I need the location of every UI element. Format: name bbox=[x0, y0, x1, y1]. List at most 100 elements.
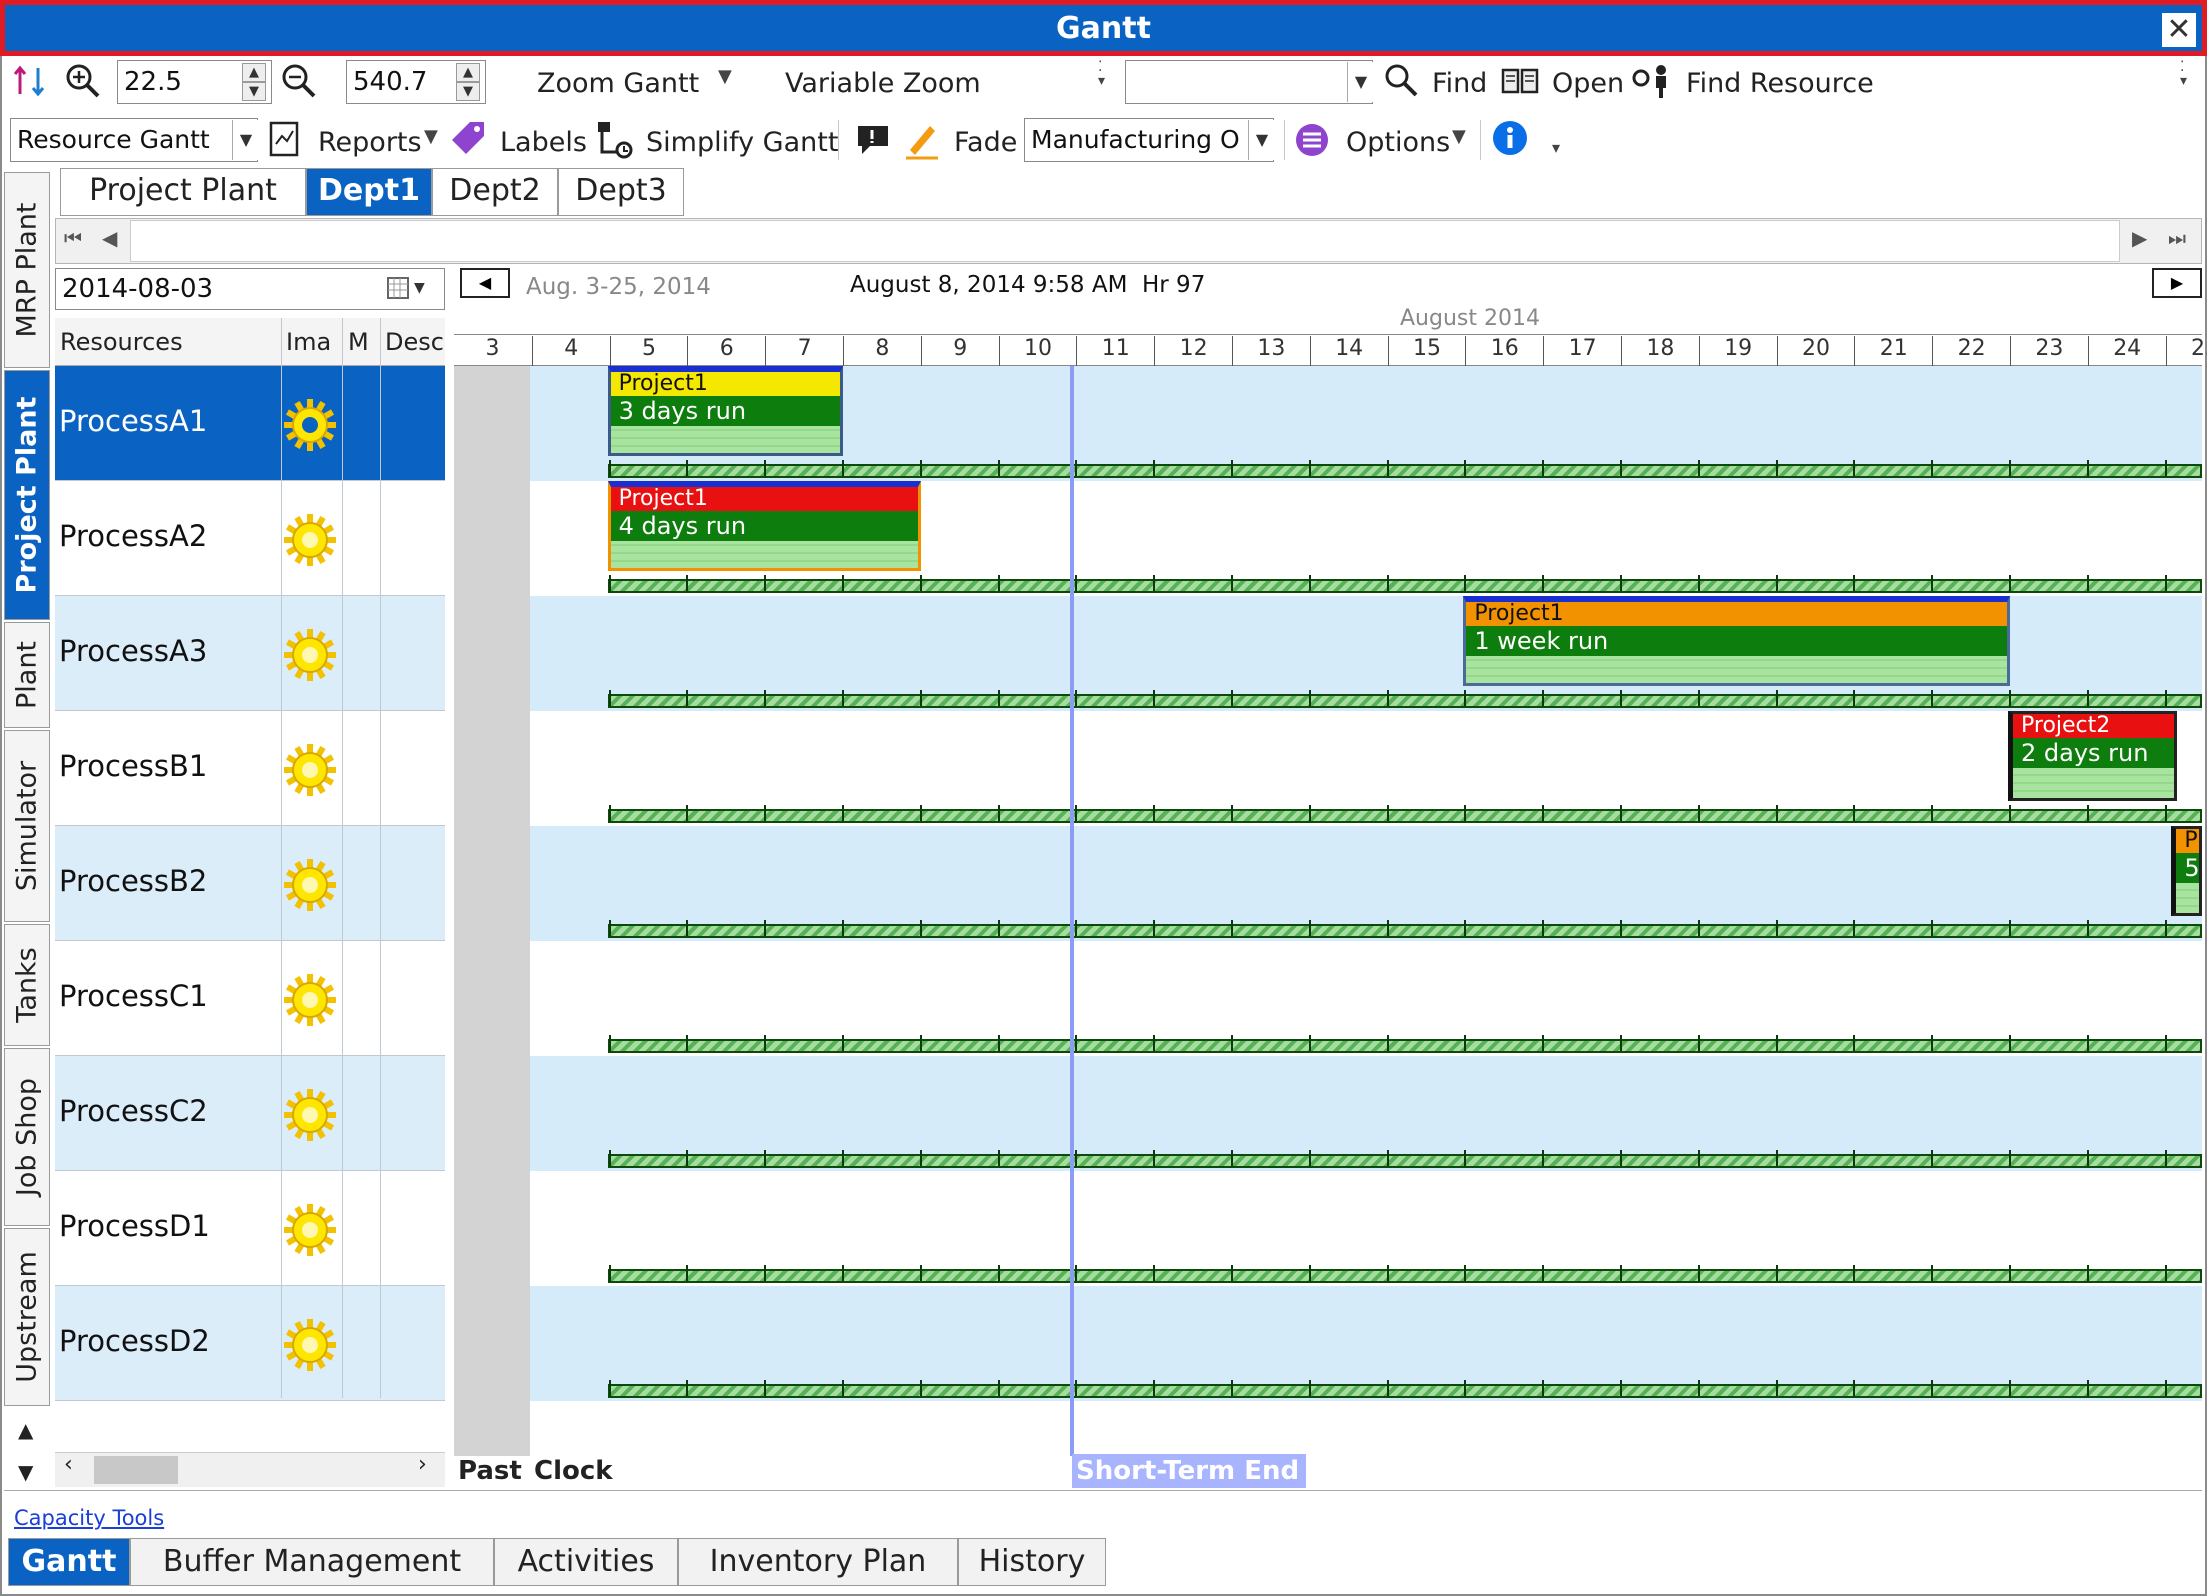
reports-dropdown-arrow[interactable]: ▼ bbox=[424, 126, 438, 147]
capacity-tools-link[interactable]: Capacity Tools bbox=[14, 1506, 164, 1530]
sort-icon[interactable] bbox=[14, 64, 50, 100]
close-button[interactable]: ✕ bbox=[2162, 13, 2196, 47]
side-tab-project-plant[interactable]: Project Plant bbox=[4, 370, 50, 620]
manufacturing-select[interactable]: Manufacturing O bbox=[1024, 118, 1274, 162]
info-icon[interactable] bbox=[1492, 120, 1528, 156]
side-tabs-scroll-down[interactable]: ▼ bbox=[18, 1460, 33, 1484]
zoom-in-spin-down[interactable]: ▼ bbox=[242, 82, 266, 101]
capacity-tick bbox=[1775, 1150, 1778, 1166]
side-tab-simulator[interactable]: Simulator bbox=[4, 730, 50, 922]
zoom-in-spin-up[interactable]: ▲ bbox=[242, 63, 266, 82]
tab-project-plant[interactable]: Project Plant bbox=[60, 168, 306, 216]
calendar-icon[interactable] bbox=[386, 274, 412, 302]
comment-icon[interactable] bbox=[856, 124, 890, 156]
side-tab-job-shop[interactable]: Job Shop bbox=[4, 1048, 50, 1226]
tab-dept2[interactable]: Dept2 bbox=[432, 168, 558, 216]
fade-pencil-icon[interactable] bbox=[904, 120, 940, 160]
find-input[interactable] bbox=[1125, 60, 1373, 104]
scroll-thumb[interactable] bbox=[94, 1456, 178, 1484]
side-tab-upstream[interactable]: Upstream bbox=[4, 1228, 50, 1406]
side-tabs-scroll-up[interactable]: ▲ bbox=[18, 1418, 33, 1442]
fade-button[interactable]: Fade bbox=[954, 127, 1017, 158]
resource-row[interactable]: ProcessA1 bbox=[55, 366, 445, 481]
activity-bar[interactable]: Project1 4 days run bbox=[607, 481, 921, 571]
capacity-tick bbox=[842, 460, 844, 476]
resource-row[interactable]: ProcessB1 bbox=[55, 711, 445, 826]
resource-row[interactable]: ProcessA2 bbox=[55, 481, 445, 596]
bottom-tab-inventory-plan[interactable]: Inventory Plan bbox=[678, 1538, 958, 1586]
labels-button[interactable]: Labels bbox=[500, 127, 587, 158]
reports-icon[interactable] bbox=[268, 120, 302, 158]
find-dropdown-arrow[interactable]: ▼ bbox=[1347, 62, 1374, 102]
past-label: Past bbox=[458, 1456, 522, 1486]
simplify-gantt-icon[interactable] bbox=[596, 120, 636, 160]
options-button[interactable]: Options bbox=[1346, 127, 1450, 158]
view-select[interactable]: Resource Gantt bbox=[10, 118, 258, 162]
toolbar-overflow-2[interactable]: ▾ bbox=[1552, 138, 1560, 157]
open-button[interactable]: Open bbox=[1552, 68, 1624, 99]
activity-bar[interactable]: Pr5 bbox=[2171, 826, 2202, 916]
options-icon[interactable] bbox=[1294, 122, 1330, 158]
zoom-gantt-button[interactable]: Zoom Gantt bbox=[537, 68, 699, 99]
scroll-right-button[interactable]: › bbox=[418, 1452, 427, 1477]
capacity-tick bbox=[1931, 690, 1934, 706]
side-tab-tanks[interactable]: Tanks bbox=[4, 924, 50, 1046]
side-tab-plant[interactable]: Plant bbox=[4, 622, 50, 728]
timeline-back-button[interactable]: ◀ bbox=[460, 268, 510, 298]
zoom-out-icon[interactable] bbox=[280, 62, 318, 100]
gantt-chart[interactable]: Project1 3 days run Project1 4 days run Proj… bbox=[454, 366, 2202, 1456]
tab-dept1[interactable]: Dept1 bbox=[306, 168, 432, 216]
col-m[interactable]: M bbox=[348, 328, 369, 356]
col-resources[interactable]: Resources bbox=[60, 328, 183, 356]
last-page-button[interactable]: ⏭ bbox=[2168, 226, 2186, 250]
bottom-tab-buffer-management[interactable]: Buffer Management bbox=[130, 1538, 494, 1586]
options-dropdown-arrow[interactable]: ▼ bbox=[1452, 126, 1466, 147]
capacity-tick bbox=[1775, 690, 1778, 706]
zoom-out-spin-up[interactable]: ▲ bbox=[456, 63, 480, 82]
search-icon[interactable] bbox=[1383, 62, 1421, 100]
open-book-icon[interactable] bbox=[1500, 66, 1540, 96]
resource-row[interactable]: ProcessB2 bbox=[55, 826, 445, 941]
resource-row[interactable]: ProcessC1 bbox=[55, 941, 445, 1056]
col-desc[interactable]: Desc bbox=[385, 328, 443, 356]
col-image[interactable]: Ima bbox=[286, 328, 331, 356]
tab-dept3[interactable]: Dept3 bbox=[558, 168, 684, 216]
capacity-tick bbox=[1697, 690, 1700, 706]
zoom-gantt-dropdown-arrow[interactable]: ▼ bbox=[718, 66, 732, 87]
zoom-in-icon[interactable] bbox=[64, 62, 102, 100]
bottom-tab-history[interactable]: History bbox=[958, 1538, 1106, 1586]
next-page-button[interactable]: ▶ bbox=[2132, 226, 2147, 250]
capacity-tick bbox=[1620, 460, 1622, 476]
manufacturing-select-arrow[interactable]: ▼ bbox=[1248, 120, 1275, 160]
prev-page-button[interactable]: ◀ bbox=[102, 226, 117, 250]
variable-zoom-button[interactable]: Variable Zoom bbox=[785, 68, 981, 99]
find-resource-button[interactable]: Find Resource bbox=[1686, 68, 1874, 99]
toolbar-overflow-1[interactable]: ⁚ ▾ bbox=[2180, 60, 2187, 88]
resource-row[interactable]: ProcessC2 bbox=[55, 1056, 445, 1171]
activity-bar[interactable]: Project1 1 week run bbox=[1463, 596, 2010, 686]
activity-bar[interactable]: Project1 3 days run bbox=[607, 366, 843, 456]
capacity-tick bbox=[2009, 460, 2011, 476]
find-resource-icon[interactable] bbox=[1632, 64, 1672, 100]
first-page-button[interactable]: ⏮ bbox=[64, 226, 82, 250]
calendar-dropdown-arrow[interactable]: ▼ bbox=[414, 280, 425, 296]
simplify-gantt-button[interactable]: Simplify Gantt bbox=[646, 127, 838, 158]
page-scroll-area[interactable] bbox=[130, 220, 2120, 262]
activity-bar[interactable]: Project2 2 days run bbox=[2008, 711, 2178, 801]
side-tab-mrp-plant[interactable]: MRP Plant bbox=[4, 172, 50, 368]
scroll-left-button[interactable]: ‹ bbox=[64, 1452, 73, 1477]
view-select-arrow[interactable]: ▼ bbox=[232, 120, 259, 160]
bottom-tab-gantt[interactable]: Gantt bbox=[8, 1538, 130, 1586]
find-button[interactable]: Find bbox=[1432, 68, 1487, 99]
day-cell: 25 bbox=[2165, 336, 2207, 366]
resource-row[interactable]: ProcessD2 bbox=[55, 1286, 445, 1401]
bottom-tab-activities[interactable]: Activities bbox=[494, 1538, 678, 1586]
label-tag-icon[interactable] bbox=[448, 118, 488, 158]
zoom-out-spin-down[interactable]: ▼ bbox=[456, 82, 480, 101]
clock-footer-label: Clock bbox=[534, 1456, 613, 1486]
resource-row[interactable]: ProcessA3 bbox=[55, 596, 445, 711]
reports-button[interactable]: Reports bbox=[318, 127, 422, 158]
timeline-forward-button[interactable]: ▶ bbox=[2152, 268, 2202, 298]
capacity-tick bbox=[1231, 1150, 1233, 1166]
resource-row[interactable]: ProcessD1 bbox=[55, 1171, 445, 1286]
